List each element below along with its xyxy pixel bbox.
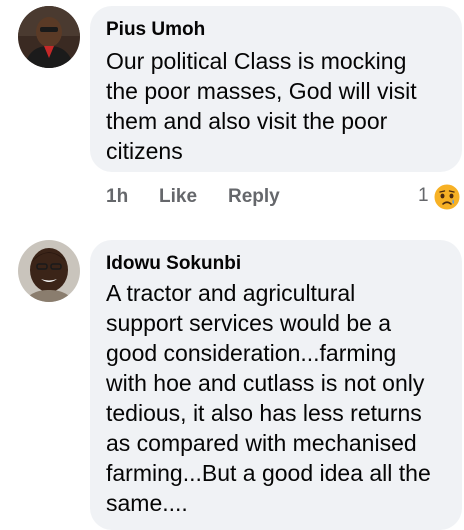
- sad-face-icon: [433, 183, 461, 211]
- comment-bubble: Idowu Sokunbi A tractor and agricultural…: [90, 240, 462, 530]
- comment-text: A tractor and agricultural support servi…: [106, 280, 431, 516]
- avatar-image: [18, 240, 80, 302]
- comment-timestamp[interactable]: 1h: [106, 183, 128, 211]
- comment-author[interactable]: Pius Umoh: [106, 19, 205, 41]
- reply-button[interactable]: Reply: [228, 183, 280, 211]
- comment-bubble: Pius Umoh Our political Class is mocking…: [90, 6, 462, 172]
- avatar[interactable]: [18, 240, 80, 302]
- like-button[interactable]: Like: [159, 183, 197, 211]
- avatar-image: [18, 6, 80, 68]
- comment-author[interactable]: Idowu Sokunbi: [106, 253, 241, 275]
- avatar[interactable]: [18, 6, 80, 68]
- comment-text: Our political Class is mocking the poor …: [106, 48, 417, 164]
- comment-item: Pius Umoh Our political Class is mocking…: [0, 0, 464, 215]
- comment-item: Idowu Sokunbi A tractor and agricultural…: [0, 230, 464, 530]
- reaction-count: 1: [418, 185, 429, 206]
